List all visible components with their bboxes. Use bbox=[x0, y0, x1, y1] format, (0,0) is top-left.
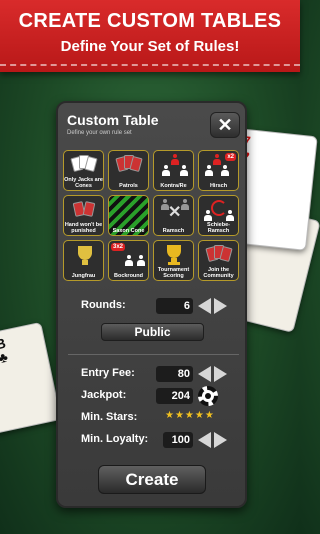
create-button[interactable]: Create bbox=[98, 465, 206, 494]
rounds-label: Rounds: bbox=[81, 299, 126, 311]
cards-fan-icon bbox=[111, 153, 146, 178]
rule-tile-saxon-cone[interactable]: Saxon Cone bbox=[108, 195, 149, 236]
close-button[interactable]: ✕ bbox=[210, 112, 240, 138]
rule-tile-ramsch[interactable]: ✕ Ramsch bbox=[153, 195, 194, 236]
star-rating[interactable]: ★★★★★ bbox=[165, 410, 215, 421]
rule-tile-jungfrau[interactable]: Jungfrau bbox=[63, 240, 104, 281]
entry-fee-stepper bbox=[198, 366, 228, 382]
jackpot-label: Jackpot: bbox=[81, 389, 127, 401]
banner-subtitle: Define Your Set of Rules! bbox=[60, 38, 240, 55]
increase-arrow-icon[interactable] bbox=[214, 432, 227, 448]
cards-fan-icon bbox=[66, 198, 101, 223]
rule-label: Join the Community bbox=[203, 267, 234, 279]
rotate-players-icon bbox=[201, 198, 236, 223]
dialog-title: Custom Table bbox=[67, 112, 159, 128]
min-stars-label: Min. Stars: bbox=[81, 411, 138, 423]
decrease-arrow-icon[interactable] bbox=[198, 298, 211, 314]
rule-label: Jungfrau bbox=[71, 273, 96, 279]
decrease-arrow-icon[interactable] bbox=[198, 432, 211, 448]
public-button[interactable]: Public bbox=[101, 323, 204, 341]
players-icon bbox=[111, 243, 146, 268]
entry-fee-value: 80 bbox=[156, 366, 193, 382]
rule-label: Bockround bbox=[113, 273, 144, 279]
rule-label: Saxon Cone bbox=[112, 228, 145, 234]
rule-label: Hirsch bbox=[209, 183, 228, 189]
rule-label: Patrols bbox=[119, 183, 138, 189]
increase-arrow-icon[interactable] bbox=[214, 298, 227, 314]
entry-fee-label: Entry Fee: bbox=[81, 367, 135, 379]
rule-label: Hand won't be punished bbox=[64, 222, 103, 234]
rule-tile-bockround[interactable]: 3x2 Bockround bbox=[108, 240, 149, 281]
trophy-icon bbox=[156, 243, 191, 268]
cards-fan-icon bbox=[201, 243, 236, 268]
rule-tile-only-jacks[interactable]: Only Jacks are Cones bbox=[63, 150, 104, 191]
dialog-subtitle: Define your own rule set bbox=[67, 130, 132, 136]
increase-arrow-icon[interactable] bbox=[214, 366, 227, 382]
rule-label: Kontra/Re bbox=[160, 183, 187, 189]
jackpot-value: 204 bbox=[156, 388, 193, 404]
crossed-players-icon: ✕ bbox=[156, 198, 191, 223]
cards-fan-icon bbox=[66, 153, 101, 178]
rule-tile-patrols[interactable]: Patrols bbox=[108, 150, 149, 191]
players-icon bbox=[156, 153, 191, 178]
min-loyalty-label: Min. Loyalty: bbox=[81, 433, 149, 445]
rule-label: Tournament Scoring bbox=[157, 267, 190, 279]
custom-table-dialog: Custom Table Define your own rule set ✕ … bbox=[56, 101, 247, 508]
min-loyalty-value: 100 bbox=[163, 432, 193, 448]
rule-tile-tournament-scoring[interactable]: Tournament Scoring bbox=[153, 240, 194, 281]
rule-label: Only Jacks are Cones bbox=[64, 177, 103, 189]
rule-tile-join-community[interactable]: Join the Community bbox=[198, 240, 239, 281]
background-card-jack-clubs: B ♣ bbox=[0, 321, 62, 435]
players-icon bbox=[201, 153, 236, 178]
club-suit-icon: ♣ bbox=[0, 348, 10, 367]
trophy-cards-icon bbox=[66, 243, 101, 268]
rule-label: Ramsch bbox=[162, 228, 185, 234]
min-loyalty-stepper bbox=[198, 432, 228, 448]
rounds-stepper bbox=[198, 298, 228, 314]
divider bbox=[68, 354, 239, 355]
rounds-value: 6 bbox=[156, 298, 193, 314]
rule-tile-hand-not-punished[interactable]: Hand won't be punished bbox=[63, 195, 104, 236]
saxon-flag-icon bbox=[111, 198, 146, 223]
poker-chip-icon bbox=[198, 386, 218, 406]
rule-tile-schiebe-ramsch[interactable]: Schiebe-Ramsch bbox=[198, 195, 239, 236]
rule-label: Schiebe-Ramsch bbox=[207, 222, 230, 234]
rule-tile-kontra-re[interactable]: Kontra/Re bbox=[153, 150, 194, 191]
header-banner: CREATE CUSTOM TABLES Define Your Set of … bbox=[0, 0, 300, 72]
banner-title: CREATE CUSTOM TABLES bbox=[18, 10, 282, 32]
rule-tile-hirsch[interactable]: x2 Hirsch bbox=[198, 150, 239, 191]
decrease-arrow-icon[interactable] bbox=[198, 366, 211, 382]
